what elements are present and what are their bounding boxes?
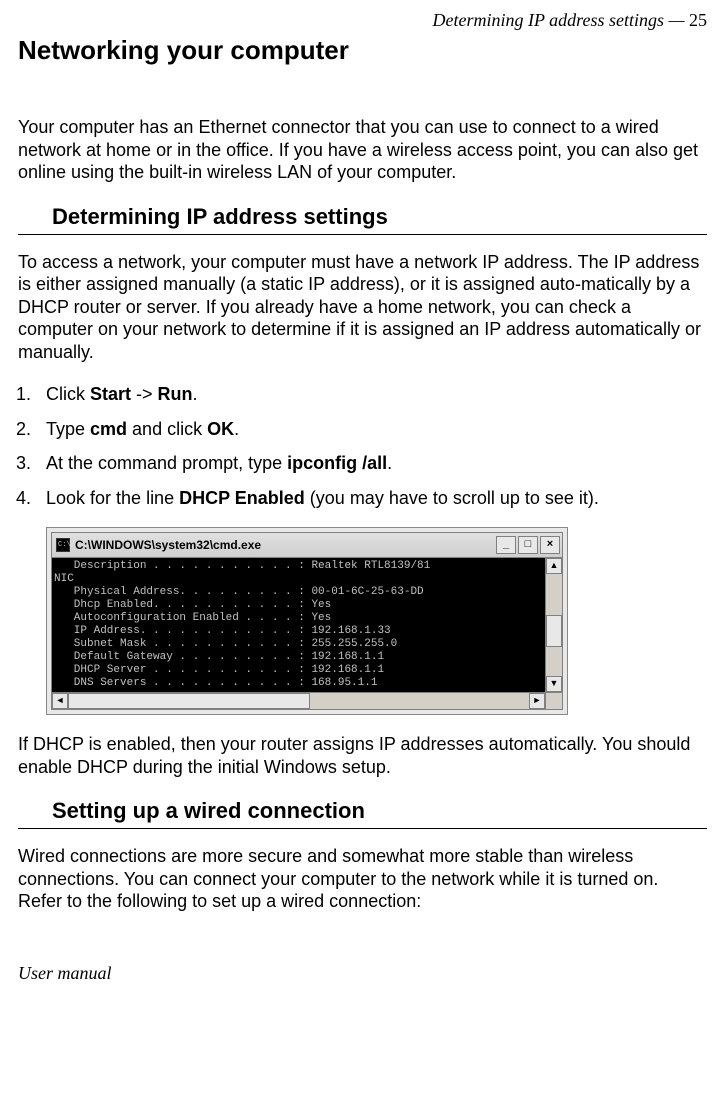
cmd-title-text: C:\WINDOWS\system32\cmd.exe [75, 538, 494, 552]
cmd-client-area: Description . . . . . . . . . . . : Real… [52, 558, 562, 692]
step-bold: DHCP Enabled [179, 488, 305, 508]
maximize-button[interactable]: □ [518, 536, 538, 554]
horizontal-scrollbar[interactable]: ◄ ► [52, 692, 562, 709]
section-heading-wired: Setting up a wired connection [52, 798, 707, 826]
scroll-down-icon[interactable]: ▼ [546, 676, 562, 692]
step-text: . [234, 419, 239, 439]
step-3: At the command prompt, type ipconfig /al… [36, 452, 707, 475]
intro-paragraph: Your computer has an Ethernet connector … [18, 116, 707, 184]
cmd-screenshot: C:\WINDOWS\system32\cmd.exe _ □ × Descri… [46, 527, 568, 715]
step-1: Click Start -> Run. [36, 383, 707, 406]
step-text: Click [46, 384, 90, 404]
cmd-icon [56, 538, 70, 552]
step-bold: OK [207, 419, 234, 439]
step-text: . [387, 453, 392, 473]
vertical-scrollbar[interactable]: ▲ ▼ [545, 558, 562, 692]
step-text: and click [127, 419, 207, 439]
step-bold: ipconfig /all [287, 453, 387, 473]
step-text: Look for the line [46, 488, 179, 508]
cmd-output: Description . . . . . . . . . . . : Real… [52, 558, 545, 692]
step-text: At the command prompt, type [46, 453, 287, 473]
step-text: Type [46, 419, 90, 439]
section2-paragraph: Wired connections are more secure and so… [18, 845, 707, 913]
running-header: Determining IP address settings — 25 [18, 10, 707, 31]
step-text: (you may have to scroll up to see it). [305, 488, 599, 508]
close-button[interactable]: × [540, 536, 560, 554]
page-container: Determining IP address settings — 25 Net… [0, 0, 725, 1014]
step-bold: cmd [90, 419, 127, 439]
step-text: -> [131, 384, 158, 404]
minimize-button[interactable]: _ [496, 536, 516, 554]
scroll-left-icon[interactable]: ◄ [52, 693, 68, 709]
section1-paragraph: To access a network, your computer must … [18, 251, 707, 364]
step-4: Look for the line DHCP Enabled (you may … [36, 487, 707, 510]
vscroll-track[interactable] [546, 574, 562, 676]
section-rule [18, 234, 707, 235]
vscroll-thumb[interactable] [546, 615, 562, 647]
section-rule-2 [18, 828, 707, 829]
section-heading-ip: Determining IP address settings [52, 204, 707, 232]
page-title: Networking your computer [18, 35, 707, 66]
footer-text: User manual [18, 963, 707, 984]
steps-list: Click Start -> Run. Type cmd and click O… [18, 383, 707, 509]
cmd-window: C:\WINDOWS\system32\cmd.exe _ □ × Descri… [51, 532, 563, 710]
hscroll-track[interactable] [68, 693, 529, 709]
step-text: . [193, 384, 198, 404]
cmd-titlebar: C:\WINDOWS\system32\cmd.exe _ □ × [52, 533, 562, 558]
scroll-right-icon[interactable]: ► [529, 693, 545, 709]
page-number: 25 [689, 10, 707, 30]
scroll-corner [545, 693, 562, 709]
step-bold: Run [158, 384, 193, 404]
scroll-up-icon[interactable]: ▲ [546, 558, 562, 574]
step-bold: Start [90, 384, 131, 404]
step-2: Type cmd and click OK. [36, 418, 707, 441]
hscroll-thumb[interactable] [68, 693, 310, 709]
section1-after-paragraph: If DHCP is enabled, then your router ass… [18, 733, 707, 778]
running-header-text: Determining IP address settings — [433, 10, 690, 30]
